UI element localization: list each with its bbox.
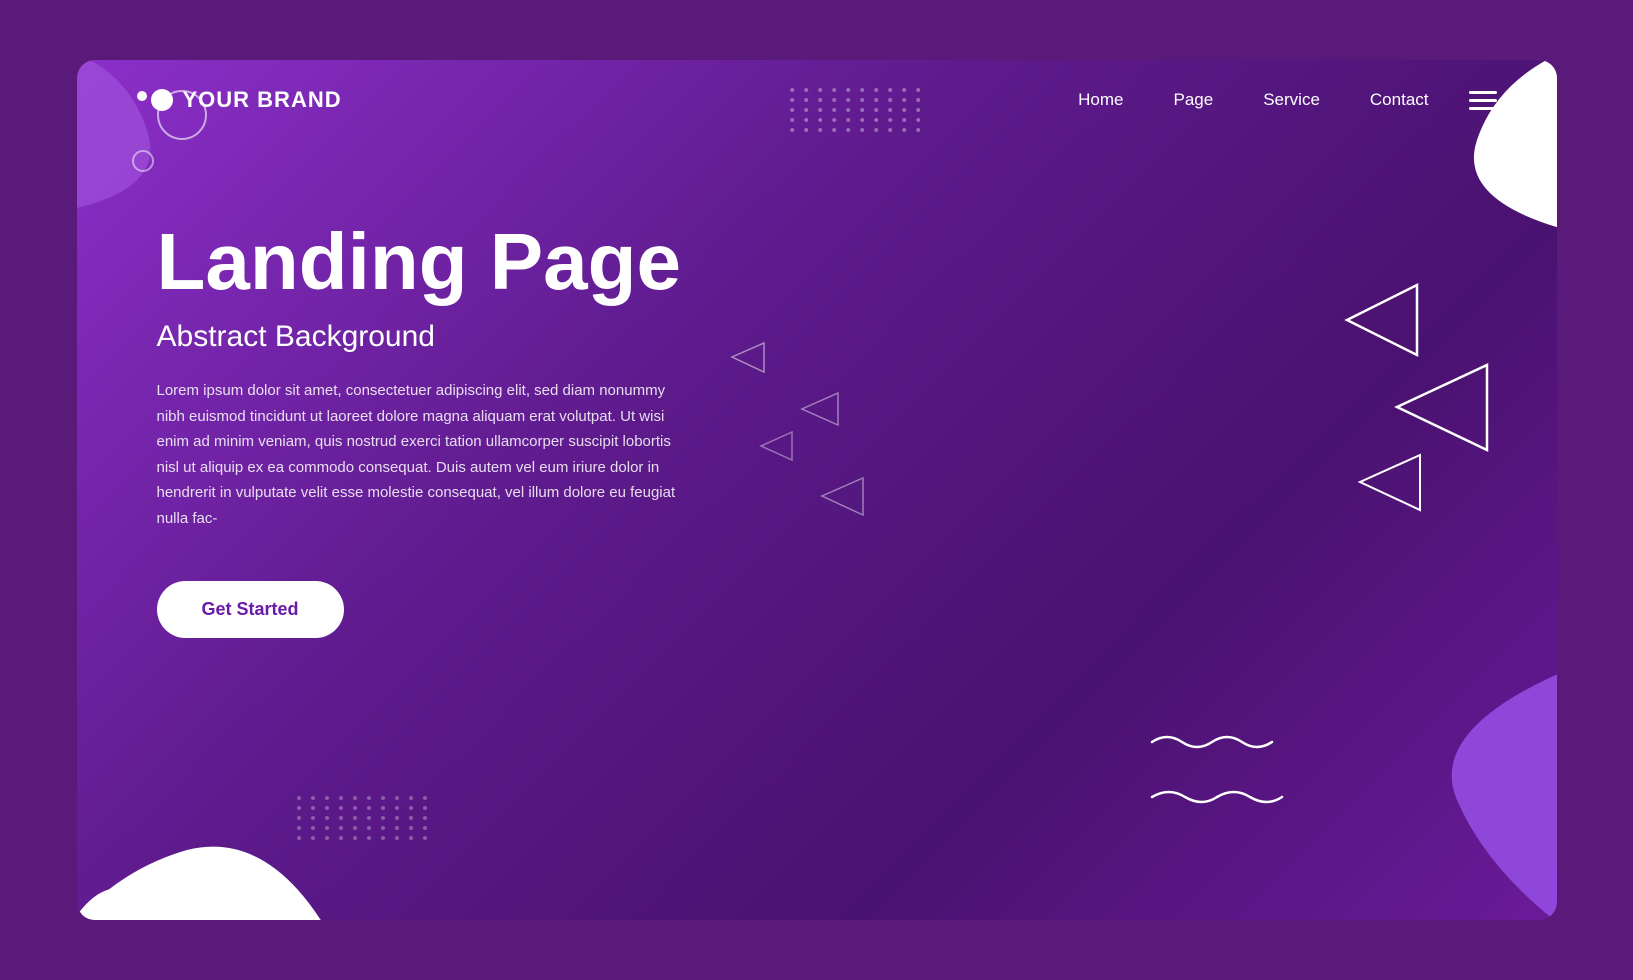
nav-link-contact[interactable]: Contact	[1370, 90, 1429, 110]
triangle-center-2	[797, 390, 842, 428]
dot-pattern-bottom	[297, 796, 431, 840]
hero-title: Landing Page	[157, 220, 682, 304]
navbar: YOUR BRAND Home Page Service Contact	[77, 60, 1557, 140]
squiggle-top	[1147, 730, 1277, 755]
hamburger-line-1	[1469, 91, 1497, 94]
hero-subtitle: Abstract Background	[157, 320, 682, 354]
blob-bottom-right	[1327, 670, 1557, 920]
cta-button[interactable]: Get Started	[157, 581, 344, 638]
nav-link-home[interactable]: Home	[1078, 90, 1123, 110]
triangle-center-4	[817, 475, 867, 518]
squiggle-bottom	[1147, 785, 1287, 810]
brand-dot-large	[151, 89, 173, 111]
triangle-center-1	[727, 340, 767, 375]
hamburger-menu[interactable]	[1469, 91, 1497, 110]
triangle-center-3	[757, 430, 795, 462]
nav-link-service[interactable]: Service	[1263, 90, 1320, 110]
hamburger-line-3	[1469, 107, 1497, 110]
landing-page-card: // Will be rendered below YOUR BRAND Hom…	[77, 60, 1557, 920]
hamburger-line-2	[1469, 99, 1497, 102]
blob-bottom-left	[77, 710, 327, 920]
brand-name: YOUR BRAND	[183, 87, 342, 113]
circle-decoration-small	[132, 150, 154, 172]
brand-icon	[137, 89, 173, 111]
hero-description: Lorem ipsum dolor sit amet, consectetuer…	[157, 378, 677, 531]
main-content: Landing Page Abstract Background Lorem i…	[157, 220, 682, 638]
triangle-small-mid-right	[1352, 450, 1427, 515]
triangle-large-mid-right	[1387, 360, 1497, 455]
brand-logo: YOUR BRAND	[137, 87, 342, 113]
triangle-large-top-right	[1337, 280, 1427, 360]
nav-links: Home Page Service Contact	[1078, 90, 1428, 110]
nav-link-page[interactable]: Page	[1174, 90, 1214, 110]
brand-dot-small	[137, 91, 147, 101]
